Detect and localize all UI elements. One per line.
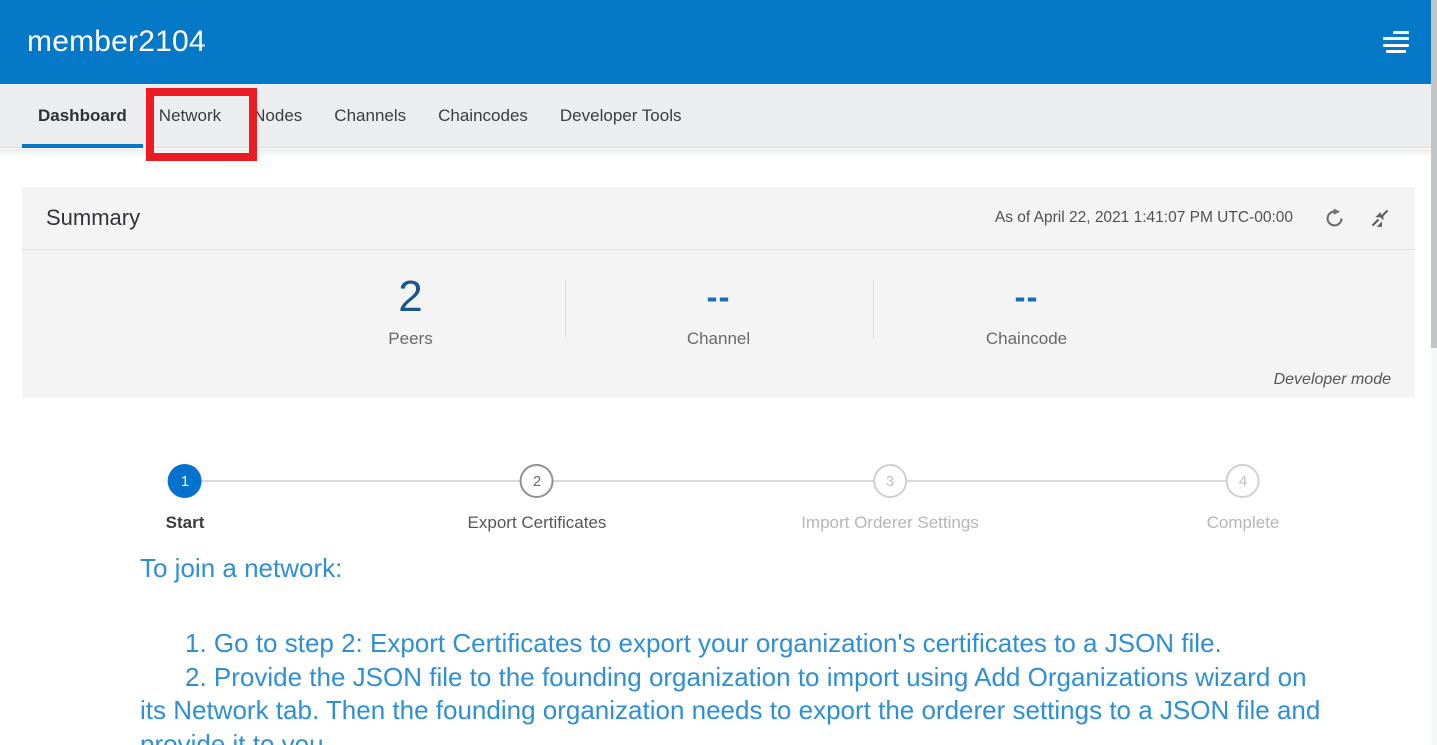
- tabbar-shadow: [0, 149, 1437, 158]
- collapse-icon[interactable]: [1369, 207, 1391, 229]
- summary-tools: As of April 22, 2021 1:41:07 PM UTC-00:0…: [995, 207, 1391, 229]
- step-import-orderer-settings-circle: 3: [873, 464, 907, 498]
- app-header: member2104: [0, 0, 1437, 84]
- tab-dashboard-label: Dashboard: [38, 106, 127, 126]
- stat-peers-label: Peers: [257, 329, 565, 349]
- stat-chaincode-value: --: [873, 270, 1181, 324]
- instruction-line-3: its Network tab. Then the founding organ…: [140, 694, 1420, 728]
- tab-channels-label: Channels: [334, 106, 406, 126]
- step-import-orderer-settings: 3 Import Orderer Settings: [801, 464, 979, 533]
- app-title: member2104: [27, 25, 206, 59]
- menu-icon[interactable]: [1383, 31, 1409, 54]
- instruction-line-2: 2. Provide the JSON file to the founding…: [140, 661, 1420, 695]
- step-complete: 4 Complete: [1207, 464, 1280, 533]
- as-of-timestamp: As of April 22, 2021 1:41:07 PM UTC-00:0…: [995, 209, 1293, 227]
- stat-chaincode-label: Chaincode: [873, 329, 1181, 349]
- step-start[interactable]: 1 Start: [166, 464, 205, 533]
- menu-icon-bar: [1383, 37, 1409, 40]
- step-export-certificates-circle: 2: [520, 464, 554, 498]
- tab-nodes[interactable]: Nodes: [237, 84, 318, 147]
- tab-dashboard[interactable]: Dashboard: [22, 84, 143, 147]
- developer-mode-note: Developer mode: [1274, 371, 1391, 389]
- tab-chaincodes-label: Chaincodes: [438, 106, 528, 126]
- vertical-scrollbar[interactable]: [1431, 0, 1437, 745]
- tab-network-label: Network: [159, 106, 221, 126]
- instructions-lines: 1. Go to step 2: Export Certificates to …: [140, 627, 1420, 745]
- stat-channel: -- Channel: [565, 270, 873, 349]
- stat-chaincode: -- Chaincode: [873, 270, 1181, 349]
- summary-title: Summary: [46, 205, 140, 231]
- menu-icon-bar: [1393, 31, 1409, 34]
- step-complete-label: Complete: [1207, 513, 1280, 533]
- stepper-track: [185, 480, 1243, 482]
- stats-row: 2 Peers -- Channel -- Chaincode: [22, 250, 1415, 349]
- step-export-certificates[interactable]: 2 Export Certificates: [468, 464, 607, 533]
- instruction-line-4: provide it to you.: [140, 728, 1420, 745]
- stat-channel-value: --: [565, 270, 873, 324]
- tab-bar: Dashboard Network Nodes Channels Chainco…: [0, 84, 1437, 148]
- tab-developer-tools-label: Developer Tools: [560, 106, 682, 126]
- tab-developer-tools[interactable]: Developer Tools: [544, 84, 698, 147]
- step-complete-circle: 4: [1226, 464, 1260, 498]
- tab-chaincodes[interactable]: Chaincodes: [422, 84, 544, 147]
- summary-panel: Summary As of April 22, 2021 1:41:07 PM …: [22, 187, 1415, 398]
- summary-stats: 2 Peers -- Channel -- Chaincode Develope…: [22, 250, 1415, 397]
- join-network-stepper: 1 Start 2 Export Certificates 3 Import O…: [0, 448, 1437, 548]
- tab-channels[interactable]: Channels: [318, 84, 422, 147]
- refresh-icon[interactable]: [1323, 207, 1345, 229]
- tab-nodes-label: Nodes: [253, 106, 302, 126]
- join-network-instructions: To join a network: 1. Go to step 2: Expo…: [140, 551, 1420, 745]
- stat-peers-value: 2: [257, 270, 565, 324]
- tab-network[interactable]: Network: [143, 84, 237, 147]
- step-import-orderer-settings-label: Import Orderer Settings: [801, 513, 979, 533]
- step-start-circle: 1: [168, 464, 202, 498]
- scrollbar-thumb[interactable]: [1431, 0, 1437, 348]
- menu-icon-bar: [1386, 50, 1406, 53]
- menu-icon-bar: [1383, 44, 1409, 47]
- step-start-label: Start: [166, 513, 205, 533]
- summary-header: Summary As of April 22, 2021 1:41:07 PM …: [22, 187, 1415, 250]
- step-export-certificates-label: Export Certificates: [468, 513, 607, 533]
- stat-peers: 2 Peers: [257, 270, 565, 349]
- stat-channel-label: Channel: [565, 329, 873, 349]
- instruction-line-1: 1. Go to step 2: Export Certificates to …: [140, 627, 1420, 661]
- instructions-intro: To join a network:: [140, 551, 1420, 585]
